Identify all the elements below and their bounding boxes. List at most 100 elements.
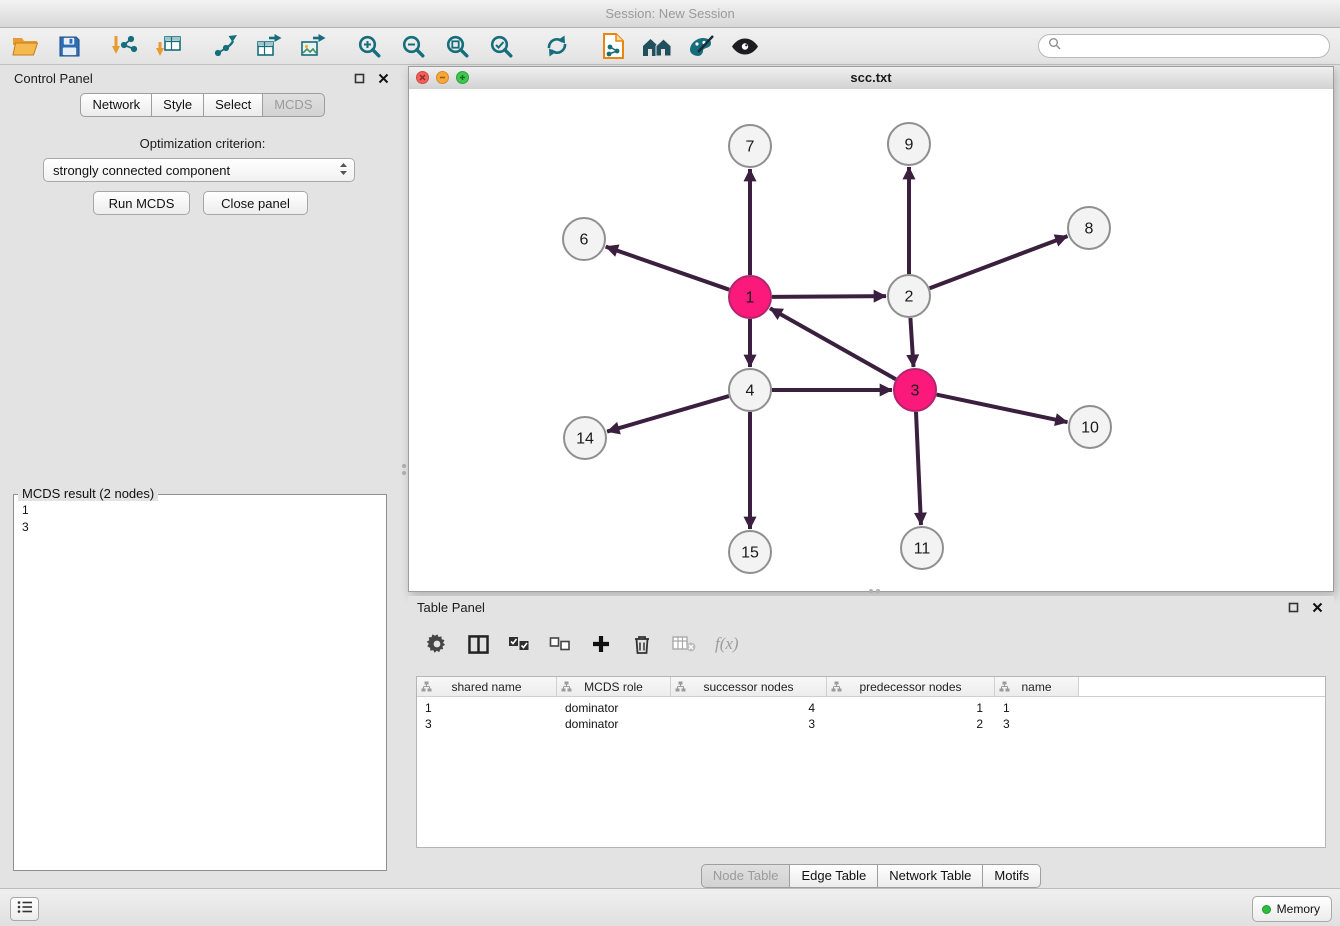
zoom-selected-icon[interactable] (486, 31, 516, 61)
show-graphics-details-icon[interactable] (730, 31, 760, 61)
import-network-icon[interactable] (110, 31, 140, 61)
memory-button-label: Memory (1277, 902, 1320, 916)
control-panel-header: Control Panel (5, 66, 400, 90)
tab-network-table[interactable]: Network Table (877, 864, 983, 888)
graph-edge-2-3[interactable] (910, 318, 913, 367)
table-toolbar: f(x) (426, 626, 739, 662)
graph-node-label: 15 (741, 545, 759, 562)
search-icon (1048, 37, 1061, 55)
table-row[interactable]: 1dominator411 (417, 700, 1325, 716)
table-panel-header: Table Panel (408, 596, 1334, 618)
column-header-MCDS-role[interactable]: MCDS role (557, 677, 671, 696)
table-cell: 1 (827, 701, 995, 715)
dropdown-arrows-icon (339, 162, 348, 179)
search-box[interactable] (1038, 34, 1330, 58)
graph-node-label: 4 (746, 383, 755, 400)
network-window-titlebar[interactable]: scc.txt (409, 67, 1333, 90)
close-panel-button[interactable]: Close panel (203, 191, 308, 215)
column-header-name[interactable]: name (995, 677, 1079, 696)
network-view-window: scc.txt 7968124314101511 (408, 66, 1334, 592)
column-type-icon (999, 681, 1010, 695)
table-panel-title: Table Panel (417, 600, 485, 615)
mcds-result-content: 1 3 (14, 495, 386, 543)
control-panel-tabs: NetworkStyleSelectMCDS (5, 93, 400, 117)
network-window-title: scc.txt (850, 70, 891, 85)
window-title: Session: New Session (605, 6, 734, 21)
close-panel-icon[interactable] (1309, 599, 1325, 615)
table-cell: 3 (417, 717, 557, 731)
table-cell: dominator (557, 717, 671, 731)
graph-node-label: 1 (746, 290, 755, 307)
table-panel-tabs: Node TableEdge TableNetwork TableMotifs (408, 864, 1334, 888)
mcds-result-title: MCDS result (2 nodes) (18, 486, 158, 501)
table-cell: 1 (995, 701, 1079, 715)
table-cell: 1 (417, 701, 557, 715)
table-cell: 2 (827, 717, 995, 731)
save-session-icon[interactable] (54, 31, 84, 61)
first-neighbors-icon[interactable] (642, 31, 672, 61)
export-image-icon[interactable] (298, 31, 328, 61)
graph-node-label: 14 (576, 431, 594, 448)
vertical-splitter-handle[interactable] (400, 457, 407, 481)
graph-edge-3-1[interactable] (770, 308, 896, 379)
column-header-successor-nodes[interactable]: successor nodes (671, 677, 827, 696)
tab-node-table[interactable]: Node Table (701, 864, 791, 888)
run-mcds-button[interactable]: Run MCDS (93, 191, 190, 215)
tab-style[interactable]: Style (151, 93, 204, 117)
graph-edge-3-11[interactable] (916, 412, 921, 525)
column-type-icon (831, 681, 842, 695)
zoom-fit-icon[interactable] (442, 31, 472, 61)
export-table-icon[interactable] (254, 31, 284, 61)
import-table-icon[interactable] (154, 31, 184, 61)
table-settings-icon[interactable] (426, 631, 448, 657)
search-input[interactable] (1066, 38, 1320, 55)
graph-node-label: 6 (580, 232, 589, 249)
network-canvas[interactable]: 7968124314101511 (409, 89, 1333, 591)
apply-style-icon[interactable] (686, 31, 716, 61)
criterion-dropdown[interactable]: strongly connected component (43, 158, 355, 182)
zoom-in-icon[interactable] (354, 31, 384, 61)
memory-button[interactable]: Memory (1252, 896, 1332, 922)
close-panel-icon[interactable] (375, 70, 391, 86)
zoom-out-icon[interactable] (398, 31, 428, 61)
select-all-icon[interactable] (508, 631, 530, 657)
table-row[interactable]: 3dominator323 (417, 716, 1325, 732)
tab-mcds[interactable]: MCDS (262, 93, 324, 117)
column-header-predecessor-nodes[interactable]: predecessor nodes (827, 677, 995, 696)
split-table-icon[interactable] (467, 631, 489, 657)
graph-edge-1-2[interactable] (772, 296, 886, 297)
status-bar: Memory (0, 888, 1340, 926)
application-window: Session: New Session Control Panel Netwo… (0, 0, 1340, 926)
float-window-icon[interactable] (1285, 599, 1301, 615)
task-history-button[interactable] (10, 897, 39, 921)
network-file-icon[interactable] (598, 31, 628, 61)
column-type-icon (421, 681, 432, 695)
close-window-icon[interactable] (416, 71, 429, 84)
zoom-window-icon[interactable] (456, 71, 469, 84)
graph-edge-4-14[interactable] (607, 396, 729, 432)
delete-row-icon[interactable] (631, 631, 653, 657)
graph-edge-2-8[interactable] (930, 236, 1068, 288)
tab-motifs[interactable]: Motifs (982, 864, 1041, 888)
graph-edge-3-10[interactable] (937, 395, 1068, 423)
horizontal-splitter-handle[interactable] (862, 588, 886, 594)
open-session-icon[interactable] (10, 31, 40, 61)
tab-select[interactable]: Select (203, 93, 263, 117)
graph-edge-1-6[interactable] (606, 247, 730, 290)
export-network-icon[interactable] (210, 31, 240, 61)
add-row-icon[interactable] (590, 631, 612, 657)
refresh-view-icon[interactable] (542, 31, 572, 61)
column-header-shared-name[interactable]: shared name (417, 677, 557, 696)
tab-edge-table[interactable]: Edge Table (789, 864, 878, 888)
graph-node-label: 9 (905, 137, 914, 154)
delete-table-icon[interactable] (672, 631, 696, 657)
function-builder-icon[interactable]: f(x) (715, 631, 739, 657)
mcds-result-box: MCDS result (2 nodes) 1 3 (13, 494, 387, 871)
graph-node-label: 2 (905, 289, 914, 306)
graph-node-label: 11 (914, 541, 931, 558)
tab-network[interactable]: Network (80, 93, 152, 117)
deselect-all-icon[interactable] (549, 631, 571, 657)
minimize-window-icon[interactable] (436, 71, 449, 84)
float-window-icon[interactable] (351, 70, 367, 86)
table-cell: 4 (671, 701, 827, 715)
